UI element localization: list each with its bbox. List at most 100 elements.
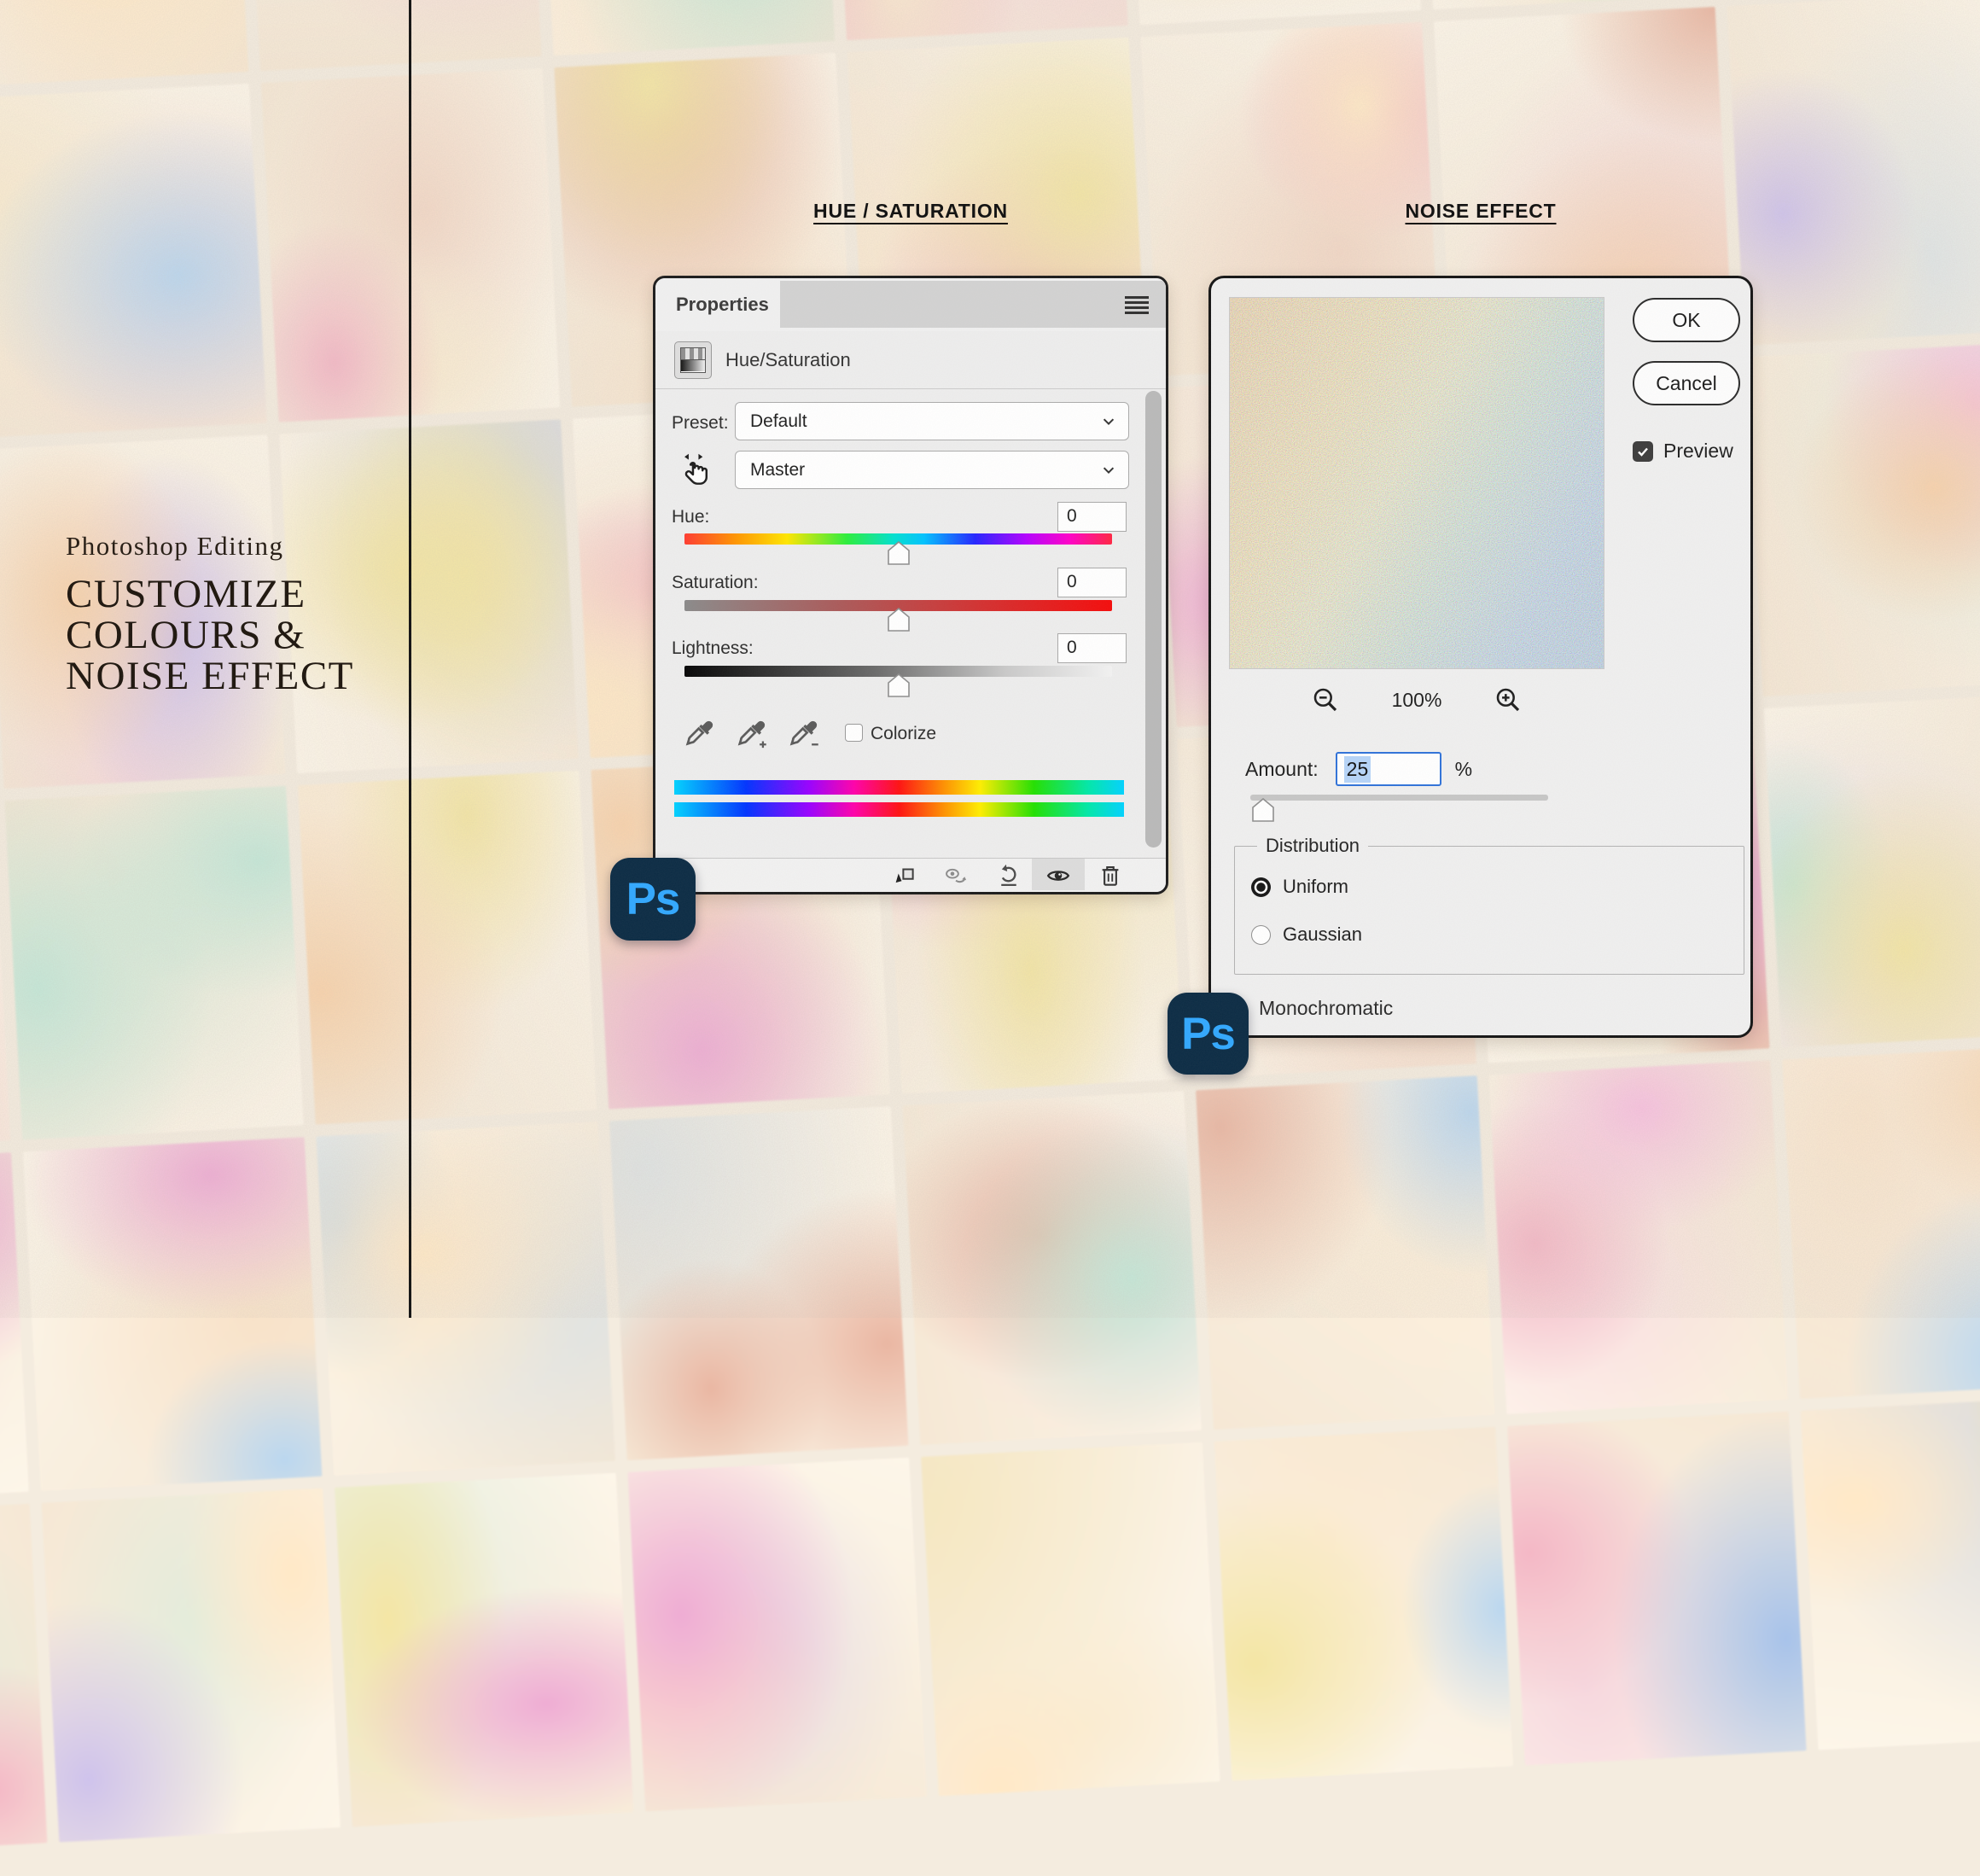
background-tile	[535, 0, 836, 56]
distribution-option-gaussian: Gaussian	[1251, 923, 1744, 946]
amount-input[interactable]: 25	[1335, 752, 1441, 786]
hue-label: Hue:	[672, 507, 710, 527]
background-tile	[1800, 1395, 1980, 1751]
uniform-radio[interactable]	[1251, 877, 1271, 897]
cancel-button[interactable]: Cancel	[1633, 361, 1740, 405]
distribution-legend: Distribution	[1266, 835, 1360, 856]
amount-label: Amount:	[1245, 757, 1319, 780]
amount-slider-thumb[interactable]	[1252, 798, 1274, 822]
background-tile	[242, 0, 542, 72]
titlebar-strip	[780, 281, 1166, 328]
background-tile	[0, 1503, 48, 1858]
zoom-out-icon[interactable]	[1312, 686, 1339, 714]
reset-icon[interactable]	[996, 863, 1022, 888]
background-tile	[1507, 1411, 1807, 1766]
background-tile	[0, 83, 267, 438]
preview-label: Preview	[1663, 440, 1733, 462]
saturation-label: Saturation:	[672, 573, 759, 592]
properties-titlebar: Properties	[655, 278, 1166, 331]
noise-dialog: OK Cancel Preview 100% Amount: 25 % Dist…	[1208, 276, 1753, 1038]
background-tile	[0, 1152, 29, 1506]
preview-checkbox[interactable]	[1633, 440, 1653, 462]
background-tile	[0, 0, 249, 87]
amount-slider-track	[1250, 795, 1548, 801]
photoshop-logo: Ps	[610, 858, 696, 941]
gaussian-radio[interactable]	[1251, 924, 1271, 945]
intro-title: CUSTOMIZE COLOURS & NOISE EFFECT	[66, 574, 354, 696]
lightness-label: Lightness:	[672, 638, 754, 658]
background-tile	[1745, 342, 1980, 697]
amount-row: Amount: 25 %	[1245, 752, 1472, 786]
background-tile	[1415, 0, 1715, 10]
intro-title-line: COLOURS &	[66, 613, 306, 657]
background-tile	[335, 1472, 634, 1827]
preview-row: Preview	[1633, 440, 1733, 463]
chevron-down-icon	[1103, 466, 1115, 474]
background-tile	[902, 1091, 1202, 1445]
background-tile	[41, 1488, 341, 1843]
adjustment-title: Hue/Saturation	[725, 348, 851, 370]
background-tile	[829, 0, 1128, 41]
clip-to-layer-icon[interactable]	[891, 863, 917, 888]
preset-value: Default	[750, 411, 807, 431]
visibility-icon[interactable]	[1045, 863, 1071, 888]
properties-footer	[655, 858, 1166, 892]
gaussian-label: Gaussian	[1283, 923, 1362, 945]
zoom-in-icon[interactable]	[1494, 686, 1522, 714]
scrollbar-thumb[interactable]	[1145, 391, 1162, 848]
distribution-option-uniform: Uniform	[1251, 876, 1744, 898]
intro-subtitle: Photoshop Editing	[66, 531, 284, 561]
hue-ramp-top	[674, 780, 1124, 795]
intro-text: Photoshop Editing CUSTOMIZE COLOURS & NO…	[66, 531, 354, 696]
toggle-previous-state-icon[interactable]	[943, 863, 969, 888]
colorize-checkbox[interactable]	[845, 724, 863, 742]
channel-dropdown[interactable]: Master	[735, 451, 1129, 489]
background-tile	[1121, 0, 1422, 26]
hue-saturation-adjustment-icon	[674, 341, 712, 379]
ok-button[interactable]: OK	[1633, 298, 1740, 342]
eyedropper-minus-icon[interactable]	[788, 718, 820, 750]
hue-value-input[interactable]: 0	[1057, 502, 1127, 532]
check-icon	[1638, 447, 1648, 457]
distribution-fieldset: Distribution Uniform Gaussian	[1234, 835, 1744, 975]
zoom-level: 100%	[1391, 688, 1442, 711]
background-tile	[22, 1137, 323, 1491]
eyedropper-plus-icon[interactable]	[736, 718, 768, 750]
background-tile	[921, 1442, 1220, 1797]
uniform-label: Uniform	[1283, 876, 1349, 897]
saturation-slider-thumb[interactable]	[888, 608, 910, 632]
delete-icon[interactable]	[1098, 863, 1123, 888]
panel-menu-icon[interactable]	[1125, 296, 1149, 314]
monochromatic-label: Monochromatic	[1259, 997, 1394, 1019]
eyedropper-icon[interactable]	[684, 718, 716, 750]
background-tile	[1782, 1045, 1980, 1399]
divider-line	[409, 0, 411, 1318]
background-tile	[1196, 1075, 1495, 1430]
background-tile	[1763, 693, 1980, 1048]
preset-dropdown[interactable]: Default	[735, 402, 1129, 440]
background-tile	[1727, 0, 1980, 346]
noise-preview-image	[1229, 297, 1604, 669]
lightness-value-input[interactable]: 0	[1057, 633, 1127, 663]
background-tile	[4, 785, 304, 1140]
intro-title-line: NOISE EFFECT	[66, 654, 354, 698]
adjustment-header-row: Hue/Saturation	[655, 331, 1166, 389]
channel-value: Master	[750, 459, 806, 480]
chevron-down-icon	[1103, 417, 1115, 425]
hue-saturation-header: HUE / SATURATION	[813, 200, 1008, 222]
background-tile	[316, 1122, 615, 1476]
saturation-value-input[interactable]: 0	[1057, 568, 1127, 597]
background-tile	[609, 1106, 909, 1460]
properties-panel: Properties Hue/Saturation Preset: Defaul…	[653, 276, 1168, 894]
hue-ramp-bottom	[674, 802, 1124, 817]
tab-properties[interactable]: Properties	[676, 294, 769, 316]
zoom-controls: 100%	[1229, 686, 1604, 714]
preset-label: Preset:	[672, 413, 729, 433]
photoshop-logo: Ps	[1168, 993, 1249, 1075]
colorize-label: Colorize	[871, 724, 937, 743]
targeted-adjustment-icon[interactable]	[678, 447, 717, 493]
hue-slider-thumb[interactable]	[888, 541, 910, 565]
lightness-slider-thumb[interactable]	[888, 673, 910, 697]
background-tile	[1488, 1060, 1788, 1414]
background-tile	[1214, 1426, 1514, 1781]
